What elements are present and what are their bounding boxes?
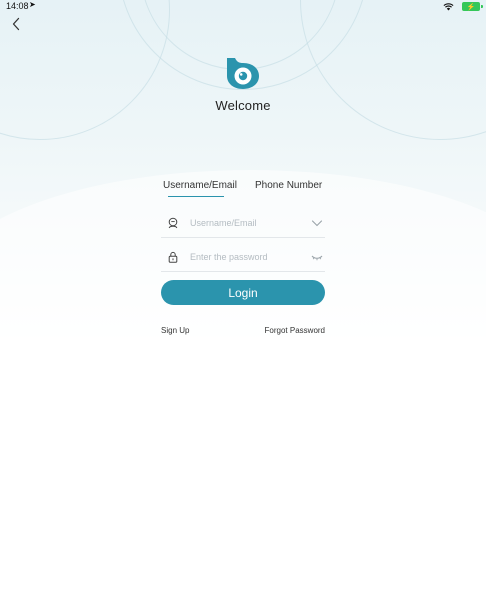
- chevron-down-icon[interactable]: [311, 218, 323, 228]
- status-time: 14:08: [6, 1, 29, 11]
- status-bar: 14:08 ➤ ⚡: [0, 0, 486, 14]
- password-input[interactable]: [190, 248, 300, 266]
- forgot-password-link[interactable]: Forgot Password: [265, 326, 325, 335]
- login-method-tabs: Username/Email Phone Number: [160, 180, 330, 200]
- lock-icon: [168, 251, 178, 263]
- username-input[interactable]: [190, 214, 300, 232]
- welcome-title: Welcome: [215, 98, 271, 113]
- sign-up-link[interactable]: Sign Up: [161, 326, 189, 335]
- username-field: [161, 210, 325, 238]
- user-icon: [168, 217, 178, 229]
- tab-username-email[interactable]: Username/Email: [163, 180, 237, 191]
- charging-icon: ⚡: [466, 3, 476, 11]
- location-icon: ➤: [29, 0, 36, 9]
- active-tab-indicator: [168, 196, 224, 197]
- back-button[interactable]: [6, 14, 26, 34]
- tab-phone-number[interactable]: Phone Number: [255, 180, 322, 191]
- status-indicators: ⚡: [443, 2, 483, 11]
- wifi-icon: [443, 2, 454, 10]
- password-field: [161, 244, 325, 272]
- app-logo-icon: [225, 56, 261, 90]
- battery-icon: ⚡: [462, 2, 483, 11]
- login-button[interactable]: Login: [161, 280, 325, 305]
- chevron-left-icon: [12, 17, 20, 31]
- eye-closed-icon[interactable]: [311, 252, 323, 262]
